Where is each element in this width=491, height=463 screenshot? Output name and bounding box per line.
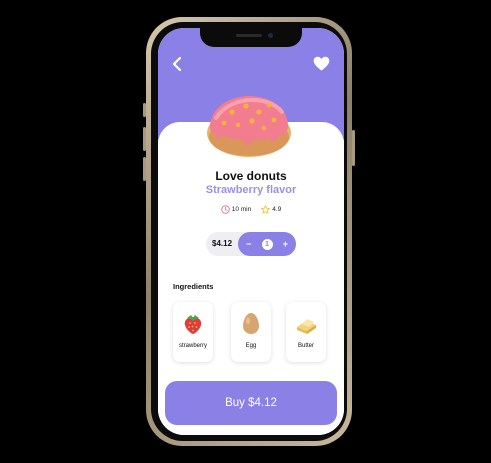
ingredient-card-egg[interactable]: Egg: [231, 302, 271, 362]
ingredient-label: Butter: [297, 343, 314, 349]
quantity-stepper: − 1 +: [238, 232, 296, 256]
phone-side-button: [352, 130, 355, 166]
product-meta: 10 min 4.9: [158, 205, 344, 214]
donut-image: [207, 96, 291, 157]
clock-icon: [220, 205, 230, 214]
increase-quantity-button[interactable]: +: [283, 239, 288, 249]
ingredient-card-strawberry[interactable]: strawberry: [173, 302, 213, 362]
front-camera: [268, 33, 273, 38]
product-title: Love donuts: [215, 169, 287, 183]
quantity-value: 1: [261, 238, 273, 250]
ingredient-card-butter[interactable]: Butter: [286, 302, 326, 362]
phone-notch: [200, 28, 302, 47]
speaker-grille: [236, 34, 262, 37]
buy-button[interactable]: Buy $4.12: [165, 381, 337, 425]
star-icon: [261, 205, 271, 214]
price-quantity-control: $4.12 − 1 +: [206, 232, 296, 256]
phone-side-button: [143, 103, 146, 117]
product-flavor: Strawberry flavor: [205, 184, 297, 196]
heart-icon: [313, 56, 329, 71]
app-screen: Love donuts Strawberry flavor 10 min 4.9…: [158, 28, 344, 435]
strawberry-icon: [184, 315, 202, 334]
prep-time-value: 10 min: [231, 206, 252, 213]
back-button[interactable]: [167, 54, 187, 74]
phone-side-button: [143, 127, 146, 151]
prep-time: 10 min: [220, 205, 252, 214]
price-label: $4.12: [212, 239, 233, 248]
butter-icon: [297, 319, 316, 334]
rating: 4.9: [261, 205, 281, 214]
phone-side-button: [143, 157, 146, 181]
decrease-quantity-button[interactable]: −: [246, 239, 251, 249]
ingredient-label: Egg: [245, 343, 257, 349]
favorite-button[interactable]: [311, 53, 331, 73]
egg-icon: [243, 313, 259, 334]
ingredient-label: strawberry: [178, 343, 207, 349]
ingredients-heading: Ingredients: [173, 282, 214, 291]
rating-value: 4.9: [272, 206, 282, 213]
chevron-left-icon: [172, 56, 182, 72]
